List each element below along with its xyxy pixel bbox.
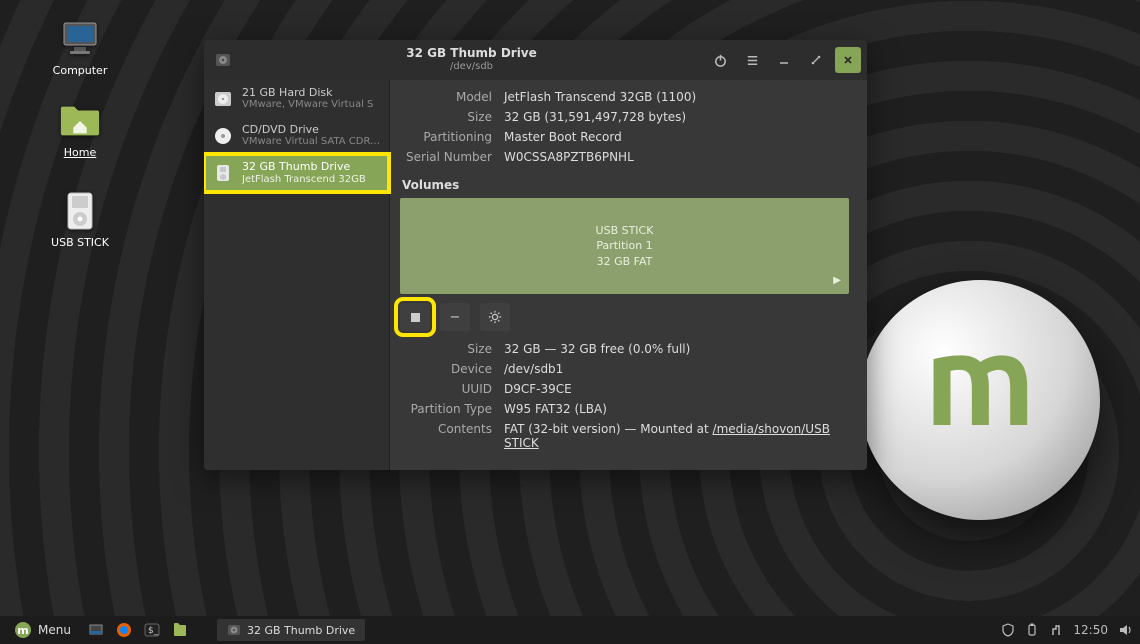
volume-line2: Partition 1	[596, 238, 652, 253]
close-button[interactable]	[835, 47, 861, 73]
label-vol-contents: Contents	[400, 422, 492, 450]
disc-icon	[212, 125, 234, 147]
harddisk-icon	[212, 88, 234, 110]
files-launcher[interactable]	[169, 619, 191, 641]
disks-window: 32 GB Thumb Drive /dev/sdb 21 GB Hard	[204, 40, 867, 470]
window-title: 32 GB Thumb Drive /dev/sdb	[242, 47, 701, 72]
label-vol-size: Size	[400, 342, 492, 356]
show-desktop-button[interactable]	[85, 619, 107, 641]
partition-settings-button[interactable]	[480, 303, 510, 331]
taskbar-entry-label: 32 GB Thumb Drive	[247, 624, 355, 637]
label-vol-ptype: Partition Type	[400, 402, 492, 416]
value-partitioning: Master Boot Record	[504, 130, 849, 144]
chevron-right-icon[interactable]: ▶	[833, 274, 841, 288]
volume-partition[interactable]: USB STICK Partition 1 32 GB FAT ▶	[400, 198, 849, 294]
power-icon[interactable]	[707, 47, 733, 73]
shield-icon[interactable]	[1001, 623, 1015, 637]
gear-icon	[488, 310, 502, 324]
mint-menu-icon: m	[14, 621, 32, 639]
desktop-icon-label: Computer	[40, 64, 120, 77]
device-item-thumbdrive[interactable]: 32 GB Thumb Drive JetFlash Transcend 32G…	[204, 154, 389, 191]
system-tray: 12:50	[1001, 623, 1134, 637]
menu-label: Menu	[38, 623, 71, 637]
desktop-icon-label: USB STICK	[40, 236, 120, 249]
desktop-icon-home[interactable]: Home	[40, 100, 120, 159]
firefox-launcher[interactable]	[113, 619, 135, 641]
unmount-button[interactable]	[400, 303, 430, 331]
drive-icon	[227, 623, 241, 637]
value-vol-uuid: D9CF-39CE	[504, 382, 849, 396]
clock[interactable]: 12:50	[1073, 623, 1108, 637]
label-serial: Serial Number	[400, 150, 492, 164]
thumbdrive-icon	[212, 162, 234, 184]
maximize-button[interactable]	[803, 47, 829, 73]
volume-line3: 32 GB FAT	[597, 254, 653, 269]
value-vol-device: /dev/sdb1	[504, 362, 849, 376]
desktop-icon-computer[interactable]: Computer	[40, 18, 120, 77]
mint-logo: m	[860, 280, 1100, 520]
volumes-heading: Volumes	[402, 178, 849, 192]
volume-icon[interactable]	[1118, 623, 1134, 637]
label-size: Size	[400, 110, 492, 124]
value-vol-size: 32 GB — 32 GB free (0.0% full)	[504, 342, 849, 356]
taskbar: m Menu $_ 32 GB Thumb Drive 12:50	[0, 616, 1140, 644]
desktop-icon-label: Home	[40, 146, 120, 159]
value-model: JetFlash Transcend 32GB (1100)	[504, 90, 849, 104]
value-vol-ptype: W95 FAT32 (LBA)	[504, 402, 849, 416]
minimize-button[interactable]	[771, 47, 797, 73]
device-item-cddvd[interactable]: CD/DVD Drive VMware Virtual SATA CDRW Dr…	[204, 117, 389, 154]
value-size: 32 GB (31,591,497,728 bytes)	[504, 110, 849, 124]
delete-partition-button[interactable]: −	[440, 303, 470, 331]
label-vol-uuid: UUID	[400, 382, 492, 396]
folder-home-icon	[59, 100, 101, 142]
label-model: Model	[400, 90, 492, 104]
device-list: 21 GB Hard Disk VMware, VMware Virtual S…	[204, 80, 390, 470]
stop-icon	[411, 313, 420, 322]
value-vol-contents: FAT (32-bit version) — Mounted at /media…	[504, 422, 849, 450]
value-serial: W0CSSA8PZTB6PNHL	[504, 150, 849, 164]
taskbar-entry-disks[interactable]: 32 GB Thumb Drive	[217, 619, 365, 641]
terminal-launcher[interactable]: $_	[141, 619, 163, 641]
svg-text:$_: $_	[148, 626, 159, 636]
hamburger-menu-icon[interactable]	[739, 47, 765, 73]
device-item-harddisk[interactable]: 21 GB Hard Disk VMware, VMware Virtual S	[204, 80, 389, 117]
label-partitioning: Partitioning	[400, 130, 492, 144]
svg-text:m: m	[17, 624, 28, 637]
detail-pane: Model JetFlash Transcend 32GB (1100) Siz…	[390, 80, 867, 470]
network-icon[interactable]	[1049, 623, 1063, 637]
drive-icon	[210, 47, 236, 73]
volume-toolbar: −	[400, 300, 849, 334]
media-player-icon	[59, 190, 101, 232]
volume-name: USB STICK	[596, 223, 654, 238]
minus-icon: −	[450, 310, 461, 325]
titlebar[interactable]: 32 GB Thumb Drive /dev/sdb	[204, 40, 867, 80]
monitor-icon	[59, 18, 101, 60]
label-vol-device: Device	[400, 362, 492, 376]
menu-button[interactable]: m Menu	[6, 619, 79, 641]
desktop-icon-usb[interactable]: USB STICK	[40, 190, 120, 249]
tray-usb-icon[interactable]	[1025, 623, 1039, 637]
